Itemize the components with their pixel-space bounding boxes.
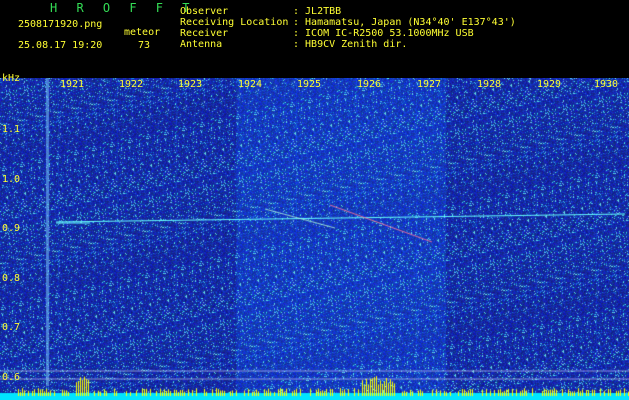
spectrogram [0,78,629,400]
image-filename: 2508171920.png [18,19,103,30]
observation-datetime: 25.08.17 19:20 [18,40,103,51]
time-tick-label: 1930 [594,79,619,90]
freq-tick-label: 0.8 [2,273,21,284]
time-tick-label: 1924 [238,79,263,90]
time-tick-label: 1926 [357,79,382,90]
time-tick-label: 1929 [537,79,562,90]
detection-mode: meteor [124,27,161,38]
time-tick-label: 1922 [119,79,144,90]
time-tick-label: 1928 [477,79,502,90]
freq-tick-label: 1.1 [2,124,21,135]
freq-tick-label: 0.7 [2,322,21,333]
time-tick-label: 1925 [297,79,322,90]
meteor-count: 73 [138,40,151,51]
time-tick-label: 1923 [178,79,203,90]
freq-tick-label: 1.0 [2,174,21,185]
time-tick-label: 1921 [60,79,85,90]
hrofft-display: H R O F F T 2508171920.png 25.08.17 19:2… [0,0,629,400]
freq-tick-label: 0.9 [2,223,21,234]
info-labels: Observer Receiving Location Receiver Ant… [180,6,289,50]
info-values: : JL2TBB : Hamamatsu, Japan (N34°40' E13… [293,6,516,50]
freq-tick-label: 0.6 [2,372,21,383]
time-tick-label: 1927 [417,79,442,90]
brand-title: H R O F F T [50,1,196,15]
time-tick-row: 1921 1922 1923 1924 1925 1926 1927 1928 … [0,79,629,93]
